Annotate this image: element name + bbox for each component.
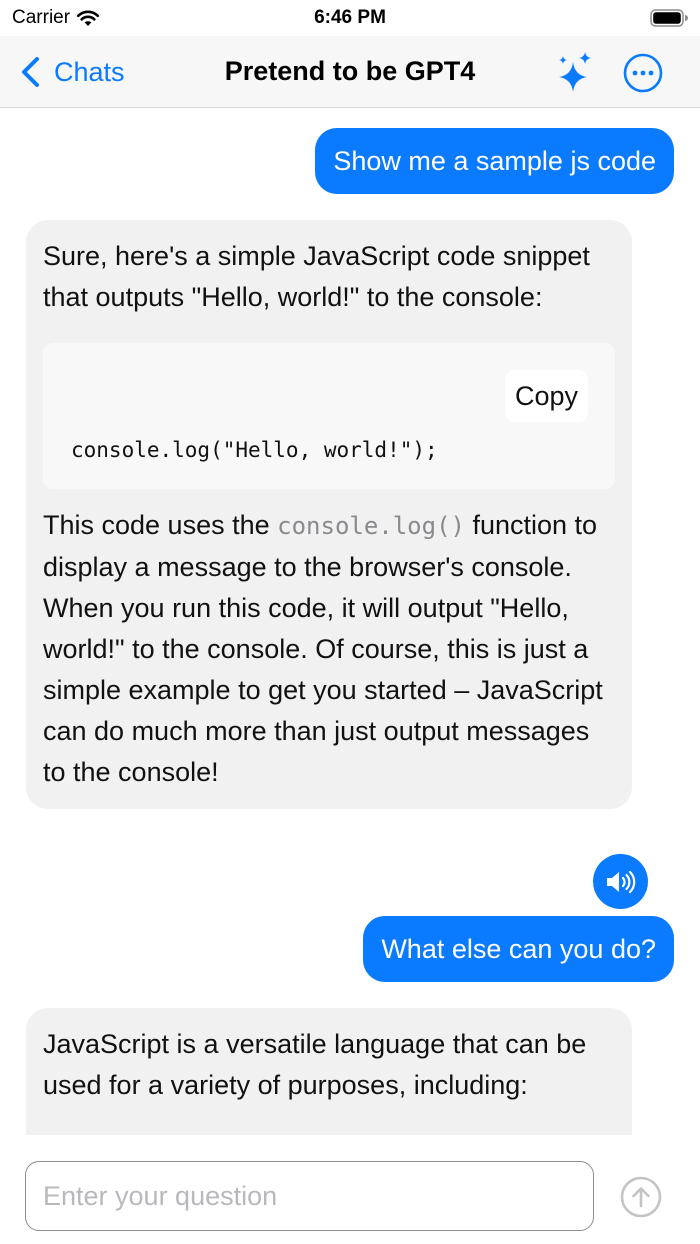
sparkles-icon[interactable] <box>552 49 596 95</box>
read-aloud-button[interactable] <box>593 854 648 909</box>
body-text-before-code: This code uses the <box>43 510 278 540</box>
composer-bar <box>0 1135 700 1244</box>
back-button[interactable]: Chats <box>18 52 125 92</box>
assistant-message-intro: Sure, here's a simple JavaScript code sn… <box>43 241 590 312</box>
navigation-bar: Chats Pretend to be GPT4 <box>0 36 700 108</box>
more-options-button[interactable] <box>622 52 664 94</box>
back-button-label: Chats <box>54 56 125 87</box>
status-bar: Carrier 6:46 PM <box>0 0 700 36</box>
inline-code: console.log() <box>277 512 465 540</box>
battery-icon <box>650 9 688 27</box>
code-block: Copy console.log("Hello, world!"); <box>43 343 615 489</box>
assistant-message-body: This code uses the console.log() functio… <box>43 505 615 793</box>
code-line: console.log("Hello, world!"); <box>71 438 438 462</box>
user-message: What else can you do? <box>363 916 674 982</box>
chat-screen: Carrier 6:46 PM Chats Pretend to be GPT4 <box>0 0 700 1244</box>
copy-code-button[interactable]: Copy <box>504 370 588 422</box>
assistant-message-intro: JavaScript is a versatile language that … <box>43 1029 587 1100</box>
question-input[interactable] <box>25 1161 594 1231</box>
assistant-message: JavaScript is a versatile language that … <box>26 1008 632 1135</box>
status-time: 6:46 PM <box>314 7 386 28</box>
chat-messages[interactable]: Show me a sample js code Sure, here's a … <box>0 109 700 1135</box>
user-message: Show me a sample js code <box>315 128 674 194</box>
speaker-wave-icon <box>606 870 635 893</box>
send-button[interactable] <box>619 1175 663 1219</box>
body-text-after-code: function to display a message to the bro… <box>43 510 603 787</box>
assistant-message: Sure, here's a simple JavaScript code sn… <box>26 220 632 809</box>
chevron-left-icon <box>22 57 39 87</box>
